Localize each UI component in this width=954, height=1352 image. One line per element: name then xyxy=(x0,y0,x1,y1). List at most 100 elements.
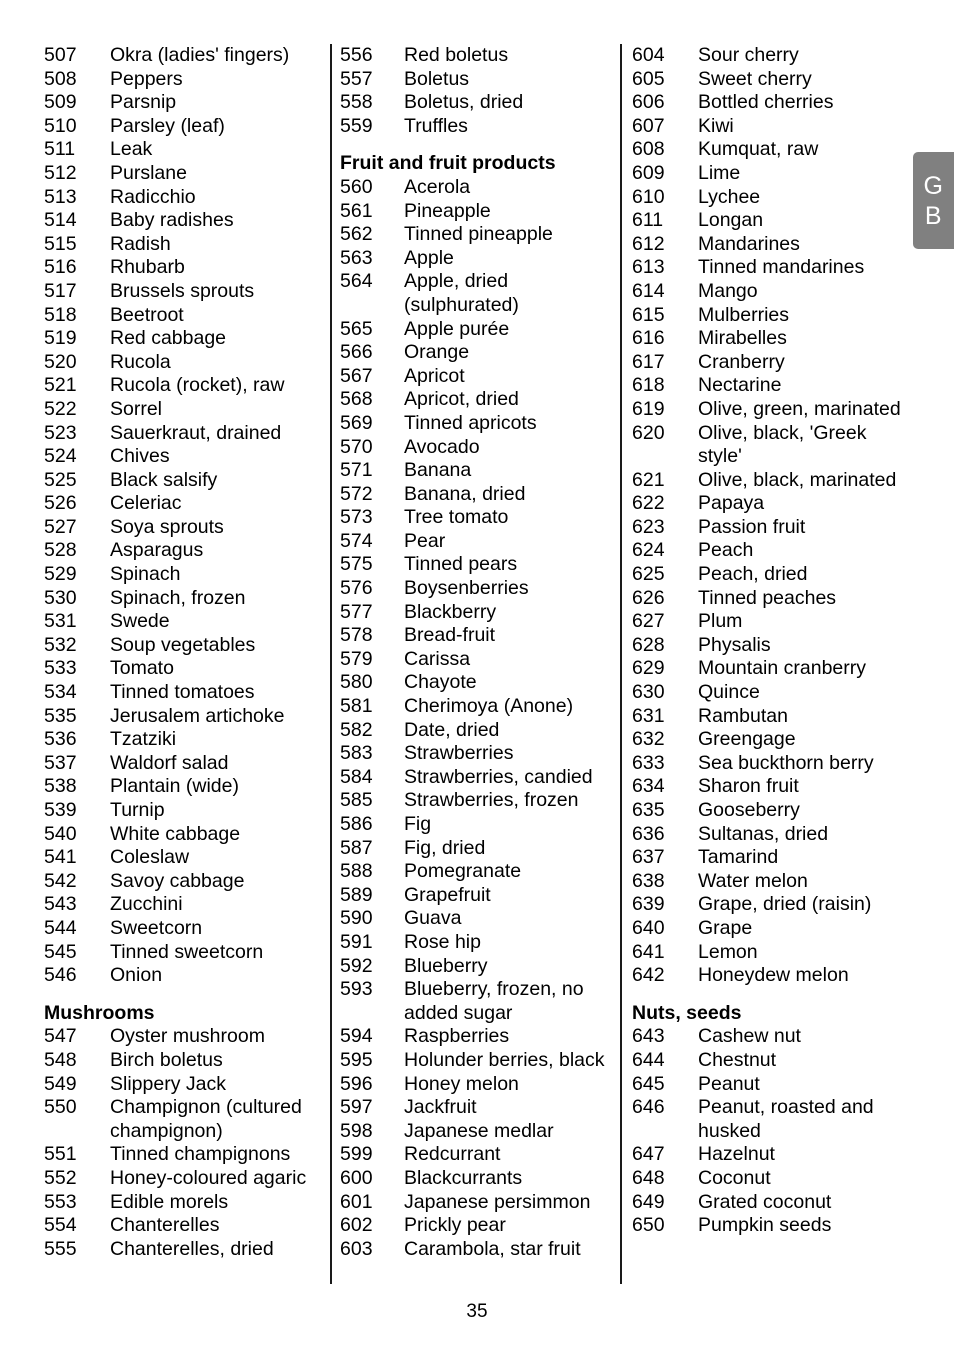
item-label: Bread-fruit xyxy=(404,624,496,647)
list-item: 634 Sharon fruit xyxy=(632,775,910,799)
item-label: Kiwi xyxy=(698,114,734,137)
item-code: 556 xyxy=(340,44,373,66)
item-code: 585 xyxy=(340,789,373,812)
item-code: 551 xyxy=(44,1143,77,1166)
list-item: 532 Soup vegetables xyxy=(44,634,324,658)
list-item: 626 Tinned peaches xyxy=(632,587,910,611)
item-code: 520 xyxy=(44,350,77,373)
item-code: 517 xyxy=(44,279,77,302)
list-item: 516 Rhubarb xyxy=(44,256,324,280)
list-item: 650 Pumpkin seeds xyxy=(632,1214,910,1238)
list-item: 521 Rucola (rocket), raw xyxy=(44,374,324,398)
item-label: Prickly pear xyxy=(404,1214,506,1237)
item-label: Plum xyxy=(698,610,743,633)
item-code: 640 xyxy=(632,916,665,939)
item-code: 639 xyxy=(632,893,665,916)
item-label: Red cabbage xyxy=(110,327,227,350)
item-code: 549 xyxy=(44,1072,77,1095)
item-label: Cranberry xyxy=(698,350,785,373)
item-label: Chanterelles xyxy=(110,1214,220,1237)
item-code: 564 xyxy=(340,270,373,293)
item-code: 533 xyxy=(44,657,77,680)
item-code: 576 xyxy=(340,577,373,600)
food-code-list: 507 Okra (ladies' fingers) 508 Peppers 509 Pa… xyxy=(44,44,910,1284)
list-item: 514 Baby radishes xyxy=(44,209,324,233)
item-label: Spinach xyxy=(110,563,181,586)
list-item: 648 Coconut xyxy=(632,1167,910,1191)
list-item: 581 Cherimoya (Anone) xyxy=(340,695,614,719)
item-label: Longan xyxy=(698,209,764,232)
item-code: 630 xyxy=(632,681,665,704)
item-code: 602 xyxy=(340,1214,373,1237)
item-label: Apricot, dried xyxy=(404,388,519,411)
item-label: Beetroot xyxy=(110,303,184,326)
item-label: Sauerkraut, drained xyxy=(110,421,282,444)
list-item: 541 Coleslaw xyxy=(44,846,324,870)
item-code: 607 xyxy=(632,114,665,137)
item-label: Edible morels xyxy=(110,1190,229,1213)
list-item: 632 Greengage xyxy=(632,728,910,752)
list-item: 630 Quince xyxy=(632,681,910,705)
item-label: Blackberry xyxy=(404,600,497,623)
list-item: 607 Kiwi xyxy=(632,115,910,139)
list-item: 622 Papaya xyxy=(632,492,910,516)
item-code: 531 xyxy=(44,610,77,633)
item-code: 638 xyxy=(632,869,665,892)
item-label: Boletus, dried xyxy=(404,91,524,114)
list-item: 578 Bread-fruit xyxy=(340,624,614,648)
list-item: 524 Chives xyxy=(44,445,324,469)
item-label: Apple, dried (sulphurated) xyxy=(404,270,519,316)
list-item: 533 Tomato xyxy=(44,657,324,681)
item-code: 620 xyxy=(632,421,665,444)
item-label: White cabbage xyxy=(110,822,241,845)
item-label: Pear xyxy=(404,529,446,552)
item-code: 540 xyxy=(44,822,77,845)
item-code: 510 xyxy=(44,114,77,137)
list-item: 551 Tinned champignons xyxy=(44,1143,324,1167)
item-label: Orange xyxy=(404,341,470,364)
item-label: Tomato xyxy=(110,657,174,680)
list-item: 529 Spinach xyxy=(44,563,324,587)
list-item: 602 Prickly pear xyxy=(340,1214,614,1238)
item-code: 522 xyxy=(44,397,77,420)
item-code: 618 xyxy=(632,374,665,397)
item-code: 579 xyxy=(340,647,373,670)
item-label: Strawberries, candied xyxy=(404,765,593,788)
item-label: Chayote xyxy=(404,671,477,694)
item-label: Date, dried xyxy=(404,718,500,741)
list-item: 620 Olive, black, 'Greek style' xyxy=(632,422,910,469)
list-item: 600 Blackcurrants xyxy=(340,1167,614,1191)
item-label: Parsley (leaf) xyxy=(110,114,225,137)
item-code: 525 xyxy=(44,468,77,491)
item-code: 635 xyxy=(632,799,665,821)
item-label: Grape, dried (raisin) xyxy=(698,893,872,916)
list-item: 566 Orange xyxy=(340,341,614,365)
item-code: 535 xyxy=(44,704,77,727)
item-label: Cashew nut xyxy=(698,1025,801,1048)
item-label: Strawberries, frozen xyxy=(404,789,579,812)
list-item: 617 Cranberry xyxy=(632,351,910,375)
item-code: 544 xyxy=(44,916,77,939)
item-code: 617 xyxy=(632,350,665,373)
item-label: Lime xyxy=(698,161,741,184)
list-item: 552 Honey-coloured agaric xyxy=(44,1167,324,1191)
list-item: 563 Apple xyxy=(340,247,614,271)
list-item: 627 Plum xyxy=(632,610,910,634)
page-number: 35 xyxy=(466,1301,488,1322)
item-code: 514 xyxy=(44,209,77,232)
list-item: 592 Blueberry xyxy=(340,955,614,979)
list-column-3: 604 Sour cherry 605 Sweet cherry 606 Bottled … xyxy=(620,44,910,1284)
list-item: 603 Carambola, star fruit xyxy=(340,1238,614,1262)
list-item: 553 Edible morels xyxy=(44,1191,324,1215)
item-code: 591 xyxy=(340,930,373,953)
item-label: Purslane xyxy=(110,161,187,184)
item-label: Sea buckthorn berry xyxy=(698,751,874,774)
list-column-1: 507 Okra (ladies' fingers) 508 Peppers 509 Pa… xyxy=(44,44,330,1284)
item-code: 610 xyxy=(632,185,665,208)
language-tab-gb: G B xyxy=(913,152,954,249)
item-code: 603 xyxy=(340,1237,373,1260)
list-item: 548 Birch boletus xyxy=(44,1049,324,1073)
list-item: 573 Tree tomato xyxy=(340,506,614,530)
item-label: Raspberries xyxy=(404,1025,510,1048)
list-item: 540 White cabbage xyxy=(44,823,324,847)
